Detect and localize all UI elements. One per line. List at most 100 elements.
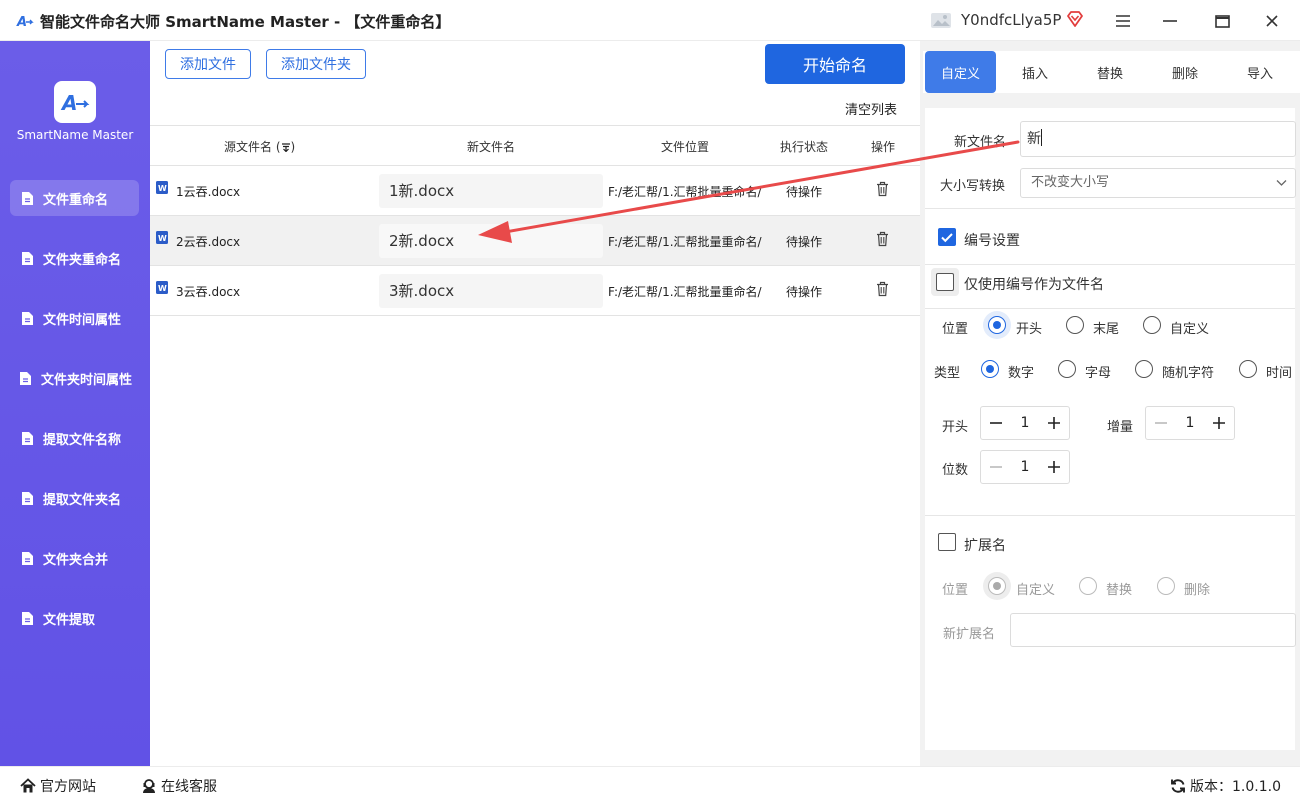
sidebar-item-file-time[interactable]: 文件时间属性: [10, 300, 139, 336]
status-text: 待操作: [786, 185, 823, 199]
table-row[interactable]: W 3云吞.docx 3新.docx F:/老汇帮/1.汇帮批量重命名/ 待操作: [150, 266, 920, 316]
version-info[interactable]: 版本：1.0.1.0: [1170, 776, 1281, 796]
position-start-label: 开头: [1016, 322, 1043, 337]
document-icon: [22, 491, 33, 505]
increment-button[interactable]: [1204, 407, 1234, 439]
decrement-button[interactable]: [981, 451, 1011, 483]
document-icon: [22, 191, 33, 205]
decrement-button[interactable]: [981, 407, 1011, 439]
table-row[interactable]: W 1云吞.docx 1新.docx F:/老汇帮/1.汇帮批量重命名/ 待操作: [150, 166, 920, 216]
increment-value[interactable]: 1: [1176, 407, 1204, 439]
type-number-radio[interactable]: [981, 360, 999, 378]
position-custom-radio[interactable]: [1143, 316, 1161, 334]
type-time-label: 时间: [1266, 366, 1293, 381]
table-row[interactable]: W 2云吞.docx 2新.docx F:/老汇帮/1.汇帮批量重命名/ 待操作: [150, 216, 920, 266]
trash-icon[interactable]: [876, 181, 889, 197]
sidebar-item-file-rename[interactable]: 文件重命名: [10, 180, 139, 216]
only-number-checkbox[interactable]: [936, 273, 954, 291]
word-file-icon: W: [156, 281, 168, 294]
sidebar-item-label: 文件夹时间属性: [41, 372, 133, 388]
sidebar-item-file-extract[interactable]: 文件提取: [10, 600, 139, 636]
increment-button[interactable]: [1039, 407, 1069, 439]
type-time-radio[interactable]: [1239, 360, 1257, 378]
digits-value[interactable]: 1: [1011, 451, 1039, 483]
start-value[interactable]: 1: [1011, 407, 1039, 439]
rule-tabs: 自定义 插入 替换 删除 导入: [923, 51, 1300, 93]
position-start-radio[interactable]: [988, 316, 1006, 334]
minus-icon: [990, 466, 1002, 468]
column-new-name: 新文件名: [467, 140, 516, 154]
new-name-input[interactable]: 新: [1020, 121, 1296, 157]
maximize-button[interactable]: [1207, 8, 1237, 34]
tab-custom[interactable]: 自定义: [925, 51, 996, 93]
sidebar-item-label: 提取文件夹名: [43, 492, 122, 508]
headset-icon: [143, 779, 155, 793]
ext-position-custom-radio[interactable]: [988, 577, 1006, 595]
extension-checkbox[interactable]: [938, 533, 956, 551]
trash-icon[interactable]: [876, 281, 889, 297]
column-source-name[interactable]: 源文件名 (): [224, 138, 295, 155]
only-number-label: 仅使用编号作为文件名: [964, 277, 1104, 293]
document-icon: [22, 251, 33, 265]
increment-button[interactable]: [1039, 451, 1069, 483]
logo-text: SmartName Master: [16, 128, 134, 142]
increment-label: 增量: [1107, 420, 1134, 435]
status-bar: 官方网站 在线客服 版本：1.0.1.0: [0, 766, 1300, 800]
new-name-label: 新文件名: [954, 135, 1007, 150]
minimize-icon: [1163, 20, 1177, 22]
tab-delete[interactable]: 删除: [1150, 51, 1220, 93]
tab-replace[interactable]: 替换: [1075, 51, 1145, 93]
vip-diamond-icon[interactable]: [1066, 10, 1084, 28]
start-label: 开头: [942, 420, 969, 435]
user-name[interactable]: Y0ndfcLlya5P: [961, 11, 1061, 29]
ext-position-label: 位置: [942, 583, 969, 598]
case-label: 大小写转换: [940, 179, 1006, 194]
table-header: 源文件名 () 新文件名 文件位置 执行状态 操作: [150, 125, 920, 166]
word-file-icon: W: [156, 181, 168, 194]
document-icon: [22, 611, 33, 625]
sidebar-item-extract-filename[interactable]: 提取文件名称: [10, 420, 139, 456]
minimize-button[interactable]: [1155, 8, 1185, 34]
type-letter-radio[interactable]: [1058, 360, 1076, 378]
new-filename: 3新.docx: [379, 274, 603, 308]
trash-icon[interactable]: [876, 231, 889, 247]
divider: [925, 515, 1295, 516]
type-random-label: 随机字符: [1162, 366, 1215, 381]
ext-position-replace-label: 替换: [1106, 583, 1133, 598]
official-website-link[interactable]: 官方网站: [20, 776, 96, 796]
add-file-button[interactable]: 添加文件: [165, 49, 251, 79]
add-folder-button[interactable]: 添加文件夹: [266, 49, 366, 79]
new-ext-input[interactable]: [1010, 613, 1296, 647]
new-ext-label: 新扩展名: [943, 627, 996, 642]
tab-insert[interactable]: 插入: [1000, 51, 1070, 93]
refresh-icon: [1171, 779, 1185, 793]
digits-stepper: 1: [980, 450, 1070, 484]
maximize-icon: [1214, 14, 1230, 28]
check-icon: [941, 233, 953, 243]
document-icon: [20, 371, 31, 385]
column-status: 执行状态: [780, 140, 829, 154]
position-end-radio[interactable]: [1066, 316, 1084, 334]
ext-position-delete-radio[interactable]: [1157, 577, 1175, 595]
ext-position-replace-radio[interactable]: [1079, 577, 1097, 595]
case-select[interactable]: 不改变大小写: [1020, 168, 1296, 198]
position-custom-label: 自定义: [1170, 322, 1210, 337]
decrement-button[interactable]: [1146, 407, 1176, 439]
sidebar-item-folder-merge[interactable]: 文件夹合并: [10, 540, 139, 576]
close-button[interactable]: [1257, 8, 1287, 34]
type-random-radio[interactable]: [1135, 360, 1153, 378]
close-icon: [1266, 15, 1278, 27]
user-avatar-icon[interactable]: [930, 10, 952, 30]
position-label: 位置: [942, 322, 969, 337]
minus-icon: [1155, 422, 1167, 424]
sidebar-item-extract-foldername[interactable]: 提取文件夹名: [10, 480, 139, 516]
start-rename-button[interactable]: 开始命名: [765, 44, 905, 84]
online-support-link[interactable]: 在线客服: [141, 776, 217, 796]
sidebar-item-folder-time[interactable]: 文件夹时间属性: [10, 360, 139, 396]
clear-list-button[interactable]: 清空列表: [845, 99, 897, 118]
tab-import[interactable]: 导入: [1225, 51, 1295, 93]
menu-button[interactable]: [1108, 8, 1138, 34]
divider: [925, 208, 1295, 209]
sidebar-item-folder-rename[interactable]: 文件夹重命名: [10, 240, 139, 276]
numbering-checkbox[interactable]: [938, 228, 956, 246]
